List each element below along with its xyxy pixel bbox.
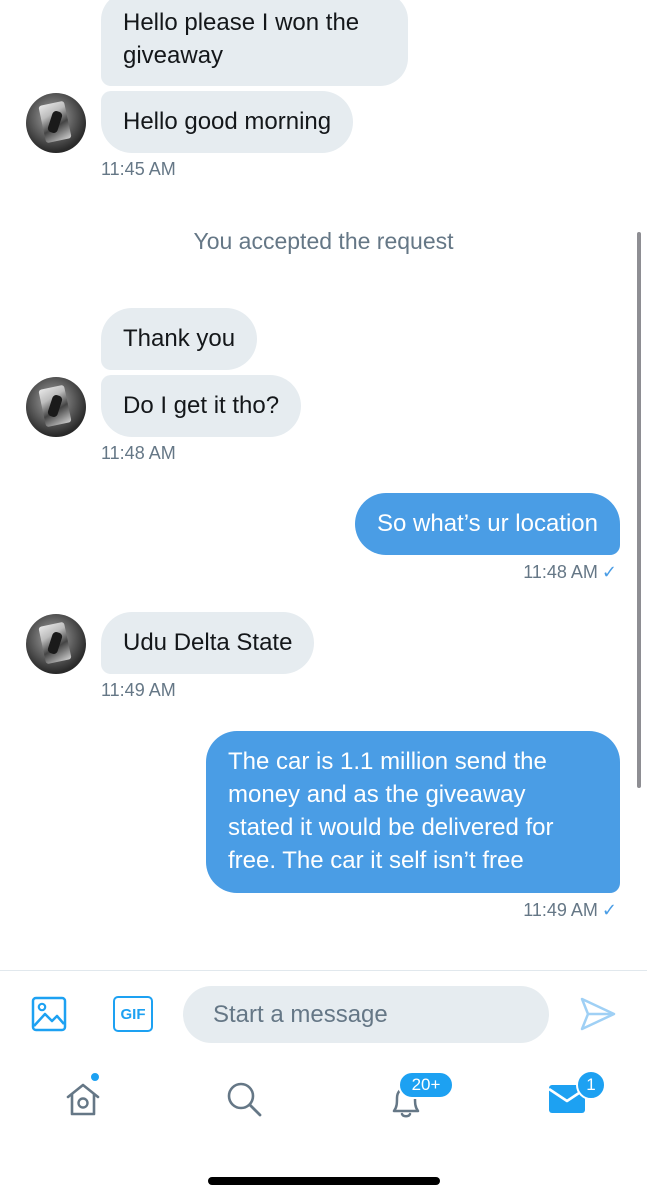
send-button[interactable] <box>578 994 618 1034</box>
sent-message[interactable]: The car is 1.1 million send the money an… <box>206 731 620 893</box>
home-icon <box>66 1083 100 1116</box>
image-icon <box>31 996 67 1032</box>
received-message[interactable]: Hello good morning <box>101 91 354 153</box>
image-button[interactable] <box>30 995 68 1033</box>
received-message[interactable]: Hello please I won the giveaway <box>101 0 408 86</box>
request-accepted-note: You accepted the request <box>193 228 454 254</box>
notifications-badge: 20+ <box>398 1071 454 1099</box>
received-message[interactable]: Udu Delta State <box>101 612 315 674</box>
gif-label: GIF <box>120 1005 146 1023</box>
search-icon <box>227 1082 262 1117</box>
gif-button[interactable]: GIF <box>113 996 153 1032</box>
home-unread-dot <box>90 1072 100 1082</box>
message-timestamp: 11:45 AM <box>101 159 176 179</box>
received-message[interactable]: Thank you <box>101 308 258 370</box>
scrollbar[interactable] <box>637 232 641 788</box>
messages-badge: 1 <box>576 1070 606 1100</box>
sent-message[interactable]: So what’s ur location <box>354 493 620 555</box>
message-timestamp: 11:48 AM <box>101 443 176 463</box>
home-indicator[interactable] <box>208 1177 440 1185</box>
tab-home[interactable] <box>60 1072 106 1120</box>
sender-avatar[interactable] <box>26 93 86 153</box>
send-icon <box>580 997 616 1031</box>
read-check-icon: ✓ <box>601 900 617 920</box>
message-input[interactable] <box>183 986 549 1043</box>
read-check-icon: ✓ <box>601 562 617 582</box>
sent-message-timestamp: 11:48 AM ✓ <box>523 562 617 583</box>
timestamp-text: 11:48 AM <box>523 562 598 582</box>
sent-message-timestamp: 11:49 AM ✓ <box>523 900 617 921</box>
received-message[interactable]: Do I get it tho? <box>101 375 302 437</box>
composer-divider <box>0 970 647 971</box>
tab-search[interactable] <box>222 1078 266 1120</box>
sender-avatar[interactable] <box>26 377 86 437</box>
sender-avatar[interactable] <box>26 614 86 674</box>
timestamp-text: 11:49 AM <box>523 900 598 920</box>
message-timestamp: 11:49 AM <box>101 680 176 700</box>
